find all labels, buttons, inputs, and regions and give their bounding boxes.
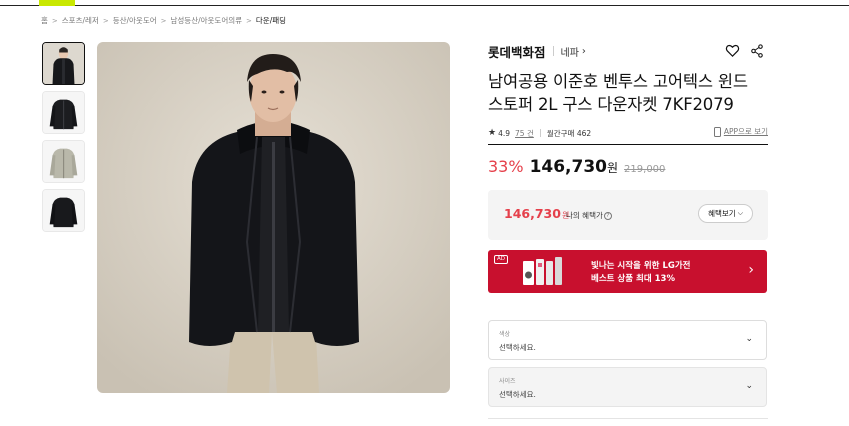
chevron-down-icon: ⌵ [737, 209, 743, 217]
brand-accent [39, 0, 75, 6]
currency-unit: 원 [607, 161, 619, 175]
chevron-right-icon: › [748, 262, 754, 278]
breadcrumb-sports[interactable]: 스포츠/레저 [62, 15, 99, 26]
black-jacket-thumbnail [43, 92, 84, 133]
brand-row: 롯데백화점 네파 › [488, 40, 768, 62]
divider [488, 418, 768, 419]
review-count-link[interactable]: 75 건 [515, 128, 534, 139]
breadcrumb-down-padding[interactable]: 다운/패딩 [256, 15, 286, 26]
heart-icon[interactable] [725, 43, 740, 58]
view-benefits-label: 혜택보기 [708, 209, 736, 218]
size-select-label: 사이즈 [499, 378, 516, 385]
product-info: 롯데백화점 네파 › 남여공용 이준호 벤투스 고어텍스 윈드 스토퍼 2L 구… [488, 40, 768, 407]
ad-line-2: 베스트 상품 최대 13% [591, 274, 675, 284]
breadcrumb-outdoor[interactable]: 등산/아웃도어 [113, 15, 157, 26]
ad-badge: AD [494, 255, 508, 264]
color-select-label: 색상 [499, 331, 511, 338]
ad-banner[interactable]: AD 빛나는 시작을 위한 LG가전 베스트 상품 최대 13% › [488, 250, 767, 293]
seller-name[interactable]: 네파 [561, 44, 579, 59]
view-benefits-button[interactable]: 혜택보기 ⌵ [698, 204, 753, 223]
brand-actions [725, 43, 765, 58]
thumbnail-2[interactable] [42, 91, 85, 134]
thumbnail-1[interactable] [42, 42, 85, 85]
breadcrumb-home[interactable]: 홈 [41, 15, 48, 26]
brand-name[interactable]: 롯데백화점 [488, 42, 546, 61]
divider [552, 46, 554, 56]
color-select-value: 선택하세요. [499, 343, 536, 352]
size-select[interactable]: 사이즈 선택하세요. ⌄ [488, 367, 767, 407]
benefit-price: 146,730원 [504, 206, 569, 221]
color-select[interactable]: 색상 선택하세요. ⌄ [488, 320, 767, 360]
rating-value: 4.9 [498, 128, 511, 138]
phone-icon [713, 126, 721, 137]
appliance-image [523, 257, 562, 285]
chevron-down-icon: ⌄ [745, 381, 753, 391]
benefit-label: 나의 혜택가? [566, 210, 612, 221]
share-icon[interactable] [750, 43, 765, 58]
product-title-line-1: 남여공용 이준호 벤투스 고어텍스 윈드 [488, 72, 748, 91]
benefit-price-value: 146,730 [504, 206, 561, 221]
chevron-right-icon: > [102, 16, 109, 25]
divider [539, 129, 541, 137]
thumbnail-4[interactable] [42, 189, 85, 232]
ad-line-1: 빛나는 시작을 위한 LG가전 [591, 261, 691, 271]
chevron-right-icon: › [581, 45, 586, 57]
size-select-value: 선택하세요. [499, 390, 536, 399]
black-jacket-back-thumbnail [43, 190, 84, 231]
star-icon: ★ [488, 128, 497, 138]
price-row: 33% 146,730 원 219,000 [488, 157, 768, 177]
benefit-label-text: 나의 혜택가 [566, 211, 603, 220]
help-icon[interactable]: ? [603, 212, 612, 220]
top-bar [0, 0, 849, 6]
model-photo-thumbnail [43, 43, 84, 84]
chevron-down-icon: ⌄ [745, 334, 753, 344]
thumbnail-3[interactable] [42, 140, 85, 183]
breadcrumb-mens-outdoor[interactable]: 남성등산/아웃도어의류 [171, 15, 243, 26]
benefit-box: 146,730원 나의 혜택가? 혜택보기 ⌵ [488, 190, 768, 240]
main-product-image[interactable] [97, 42, 450, 393]
breadcrumb: 홈 > 스포츠/레저 > 등산/아웃도어 > 남성등산/아웃도어의류 > 다운/… [41, 15, 286, 26]
chevron-right-icon: > [246, 16, 252, 25]
app-view-link[interactable]: APP으로 보기 [713, 126, 768, 137]
sale-price: 146,730 [529, 157, 607, 177]
discount-rate: 33% [488, 157, 524, 176]
chevron-right-icon: > [160, 16, 167, 25]
ad-text: 빛나는 시작을 위한 LG가전 베스트 상품 최대 13% [591, 260, 690, 286]
product-title: 남여공용 이준호 벤투스 고어텍스 윈드 스토퍼 2L 구스 다운자켓 7KF2… [488, 70, 768, 116]
app-view-label: APP으로 보기 [723, 127, 768, 136]
meta-row: ★ 4.9 75 건 월간구매 462 APP으로 보기 [488, 126, 768, 140]
monthly-sales: 월간구매 462 [546, 128, 592, 138]
product-title-line-2: 스토퍼 2L 구스 다운자켓 7KF2079 [488, 95, 734, 114]
beige-jacket-thumbnail [43, 141, 84, 182]
thumbnail-list [42, 42, 85, 238]
original-price: 219,000 [624, 164, 666, 175]
divider [488, 144, 768, 145]
model-wearing-jacket-photo [97, 42, 450, 393]
chevron-right-icon: > [51, 16, 58, 25]
